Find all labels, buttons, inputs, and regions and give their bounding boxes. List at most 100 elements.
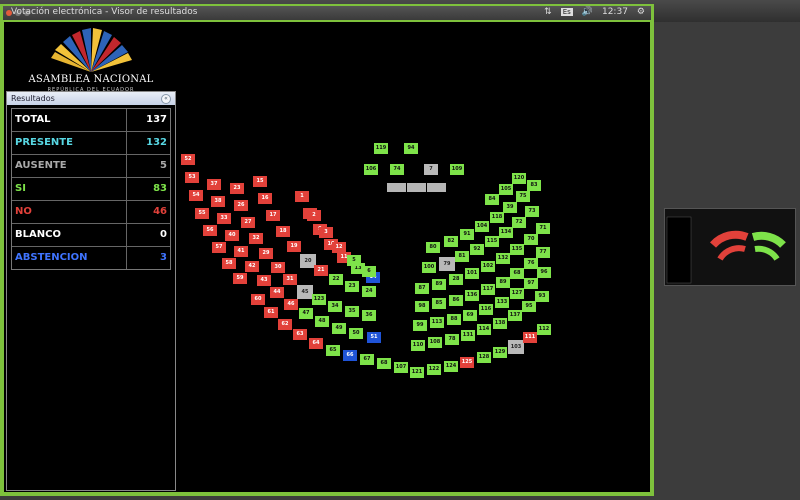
seat[interactable]: 18 <box>276 226 290 237</box>
seat[interactable]: 59 <box>233 273 247 284</box>
seat[interactable]: 110 <box>411 340 425 351</box>
seat[interactable]: 97 <box>524 278 538 289</box>
seat[interactable]: 136 <box>465 290 479 301</box>
seat[interactable]: 21 <box>314 265 328 276</box>
seat[interactable]: 119 <box>374 143 388 154</box>
seat[interactable]: 128 <box>477 352 491 363</box>
seat[interactable]: 43 <box>257 275 271 286</box>
seat[interactable]: 7 <box>424 164 438 175</box>
seat[interactable]: 138 <box>493 318 507 329</box>
seat[interactable]: 12 <box>332 242 346 253</box>
seat[interactable]: 55 <box>195 208 209 219</box>
seat[interactable]: 29 <box>259 248 273 259</box>
seat[interactable]: 60 <box>251 294 265 305</box>
seat[interactable]: 51 <box>367 332 381 343</box>
seat[interactable]: 78 <box>445 334 459 345</box>
seat[interactable]: 134 <box>499 227 513 238</box>
preview-thumbnail[interactable] <box>664 208 796 286</box>
seat[interactable]: 108 <box>428 337 442 348</box>
seat[interactable]: 61 <box>264 307 278 318</box>
seat[interactable]: 54 <box>189 190 203 201</box>
seat[interactable]: 105 <box>499 184 513 195</box>
seat[interactable]: 17 <box>266 210 280 221</box>
seat[interactable]: 75 <box>516 191 530 202</box>
seat[interactable]: 52 <box>181 154 195 165</box>
seat[interactable]: 72 <box>512 217 526 228</box>
seat[interactable]: 46 <box>284 299 298 310</box>
seat[interactable]: 70 <box>524 234 538 245</box>
seat[interactable]: 99 <box>413 320 427 331</box>
seat[interactable]: 6 <box>362 266 376 277</box>
seat[interactable]: 26 <box>234 200 248 211</box>
seat[interactable]: 84 <box>485 194 499 205</box>
seat[interactable]: 123 <box>312 294 326 305</box>
seat[interactable]: 23 <box>345 281 359 292</box>
seat[interactable]: 103 <box>508 340 524 354</box>
seat[interactable]: 109 <box>450 164 464 175</box>
seat[interactable]: 85 <box>432 298 446 309</box>
seat[interactable]: 19 <box>287 241 301 252</box>
seat[interactable]: 44 <box>270 287 284 298</box>
seat[interactable]: 89 <box>432 279 446 290</box>
seat[interactable]: 48 <box>315 316 329 327</box>
seat[interactable]: 15 <box>253 176 267 187</box>
seat[interactable]: 107 <box>394 362 408 373</box>
seat[interactable]: 131 <box>461 330 475 341</box>
seat[interactable]: 24 <box>362 286 376 297</box>
seat[interactable]: 117 <box>481 284 495 295</box>
seat[interactable]: 124 <box>444 361 458 372</box>
seat[interactable]: 96 <box>537 267 551 278</box>
seat[interactable]: 35 <box>345 306 359 317</box>
seat[interactable]: 5 <box>347 255 361 266</box>
seat[interactable]: 69 <box>463 310 477 321</box>
seat[interactable]: 132 <box>496 253 510 264</box>
seat[interactable]: 47 <box>299 308 313 319</box>
seat[interactable]: 65 <box>326 345 340 356</box>
seat[interactable]: 41 <box>234 246 248 257</box>
seat[interactable]: 16 <box>258 193 272 204</box>
seat[interactable]: 92 <box>470 244 484 255</box>
seat[interactable]: 27 <box>241 217 255 228</box>
seat[interactable]: 89 <box>496 277 510 288</box>
seat[interactable]: 74 <box>390 164 404 175</box>
seat[interactable]: 1 <box>295 191 309 202</box>
keyboard-layout[interactable]: Es <box>560 8 573 16</box>
seat[interactable]: 49 <box>332 323 346 334</box>
seat[interactable]: 36 <box>362 310 376 321</box>
volume-icon[interactable]: 🔊 <box>582 7 593 17</box>
seat[interactable]: 88 <box>447 314 461 325</box>
seat[interactable]: 68 <box>377 358 391 369</box>
seat[interactable]: 137 <box>508 310 522 321</box>
gear-icon[interactable]: ⚙ <box>637 7 645 17</box>
seat[interactable]: 71 <box>536 223 550 234</box>
seat[interactable]: 118 <box>490 212 504 223</box>
seat[interactable]: 79 <box>439 257 455 271</box>
seat[interactable]: 98 <box>415 301 429 312</box>
seat[interactable]: 30 <box>271 262 285 273</box>
seat[interactable]: 37 <box>207 179 221 190</box>
seat[interactable]: 101 <box>465 268 479 279</box>
seat[interactable]: 100 <box>422 262 436 273</box>
seat[interactable]: 82 <box>444 236 458 247</box>
seat[interactable]: 62 <box>278 319 292 330</box>
seat[interactable]: 122 <box>427 364 441 375</box>
seat[interactable]: 77 <box>536 247 550 258</box>
seat[interactable]: 3 <box>319 227 333 238</box>
seat[interactable]: 76 <box>524 258 538 269</box>
clock[interactable]: 12:37 <box>602 7 628 17</box>
seat[interactable]: 133 <box>495 297 509 308</box>
seat[interactable]: 32 <box>249 233 263 244</box>
seat[interactable]: 57 <box>212 242 226 253</box>
seat[interactable]: 114 <box>477 324 491 335</box>
seat[interactable]: 86 <box>449 295 463 306</box>
seat[interactable]: 42 <box>245 261 259 272</box>
seat[interactable]: 67 <box>360 354 374 365</box>
seat[interactable]: 113 <box>430 317 444 328</box>
seat[interactable]: 53 <box>185 172 199 183</box>
seat[interactable]: 91 <box>460 229 474 240</box>
seat[interactable]: 120 <box>512 173 526 184</box>
seat[interactable]: 23 <box>230 183 244 194</box>
seat[interactable]: 28 <box>449 274 463 285</box>
seat[interactable]: 80 <box>426 242 440 253</box>
seat[interactable]: 116 <box>479 304 493 315</box>
